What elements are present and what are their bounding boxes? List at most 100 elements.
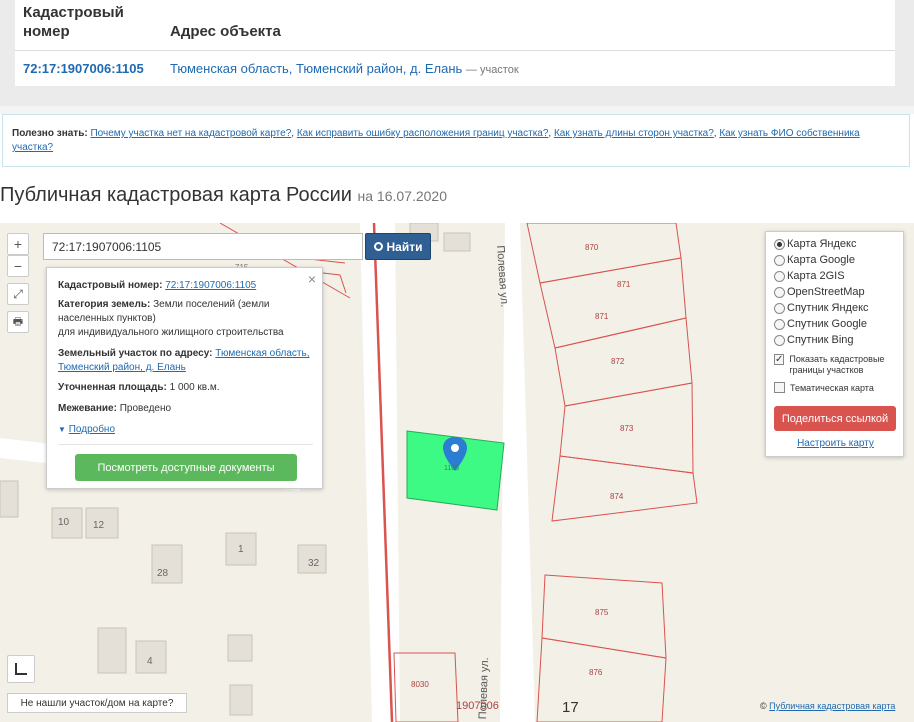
table-row[interactable]: Тюменская область, Тюменский район, д. Е… [170,61,519,76]
page-title: Публичная кадастровая карта России на 16… [0,184,447,207]
layer-option-2gis-map[interactable]: Карта 2GIS [774,270,845,282]
checkbox-icon[interactable] [774,382,785,393]
thematic-map-toggle[interactable]: Тематическая карта [774,382,874,393]
lot-label: 8030 [411,680,429,689]
layer-option-osm[interactable]: OpenStreetMap [774,286,865,298]
map-view[interactable]: Полевая ул. Полевая ул. 715 870 871 871 … [0,223,914,722]
quarter-label: 1907006 [456,700,499,712]
lot-label: 871 [617,280,631,289]
printer-icon: 🖶 [12,315,24,328]
parcel-label: 1105 [444,465,460,472]
popup-address-label: Земельный участок по адресу: [58,348,213,359]
popup-survey-value: Проведено [119,403,172,414]
tip-link-fix-boundaries[interactable]: Как исправить ошибку расположения границ… [297,128,549,139]
popup-category-use: для индивидуального жилищного строительс… [58,327,284,338]
copyright-symbol: © [760,701,767,711]
checkbox-checked-icon[interactable]: ✓ [774,354,785,365]
layer-label: Карта Google [787,254,855,266]
separator-band [0,106,914,114]
find-button-label: Найти [386,239,423,254]
measure-button[interactable] [7,655,35,683]
house-number: 28 [157,568,169,579]
radio-icon[interactable] [774,238,785,250]
not-found-button[interactable]: Не нашли участок/дом на карте? [7,693,187,713]
radio-icon[interactable] [774,334,785,346]
zoom-out-button[interactable]: − [7,255,29,277]
caret-down-icon: ▼ [58,425,66,434]
col-address-header: Адрес объекта [170,23,281,40]
lot-label: 875 [595,608,609,617]
popup-cadastral: Кадастровый номер: 72:17:1907006:1105 [58,279,313,293]
print-button[interactable]: 🖶 [7,311,29,333]
parcel-info-popup: × Кадастровый номер: 72:17:1907006:1105 … [46,267,323,489]
thematic-label: Тематическая карта [790,382,874,393]
copyright-link[interactable]: Публичная кадастровая карта [769,701,895,711]
house-number: 12 [93,520,105,531]
show-boundaries-label: Показать кадастровые границы участков [789,354,885,375]
popup-cad-link[interactable]: 72:17:1907006:1105 [165,280,256,291]
search-input[interactable] [43,233,363,260]
house-number: 10 [58,517,70,528]
popup-address: Земельный участок по адресу: Тюменская о… [58,347,313,375]
results-table-body: Кадастровый номер Адрес объекта 72:17:19… [15,0,895,86]
results-table: Кадастровый номер Адрес объекта 72:17:19… [0,0,914,106]
copyright: © Публичная кадастровая карта [760,701,895,711]
lot-label: 873 [620,424,634,433]
lot-label: 870 [585,243,599,252]
layer-label: Спутник Яндекс [787,302,869,314]
house-number: 1 [238,544,244,555]
layer-label: Спутник Google [787,318,867,330]
tip-link-side-lengths[interactable]: Как узнать длины сторон участка? [554,128,714,139]
page-date: на 16.07.2020 [357,188,447,204]
fullscreen-button[interactable]: ⤢ [7,283,29,305]
tip-link-missing[interactable]: Почему участка нет на кадастровой карте? [90,128,291,139]
page-title-text: Публичная кадастровая карта России [0,184,352,206]
plus-icon: + [13,236,23,252]
expand-icon: ⤢ [13,286,23,301]
popup-area-label: Уточненная площадь: [58,382,167,393]
zoom-in-button[interactable]: + [7,233,29,255]
layer-label: Спутник Bing [787,334,854,346]
address-suffix: — участок [465,64,519,76]
popup-area-value: 1 000 кв.м. [169,382,220,393]
layer-label: Карта Яндекс [787,238,857,250]
layer-label: OpenStreetMap [787,286,865,298]
layer-option-yandex-satellite[interactable]: Спутник Яндекс [774,302,869,314]
quarter-label-17: 17 [562,699,579,716]
layer-option-google-map[interactable]: Карта Google [774,254,855,266]
address-link[interactable]: Тюменская область, Тюменский район, д. Е… [170,61,462,76]
popup-cad-label: Кадастровый номер: [58,280,163,291]
cadastral-number-link[interactable]: 72:17:1907006:1105 [23,61,144,76]
lot-label: 872 [611,357,625,366]
show-boundaries-toggle[interactable]: ✓ Показать кадастровые границы участков [774,354,898,376]
find-button[interactable]: Найти [365,233,431,260]
layer-option-google-satellite[interactable]: Спутник Google [774,318,867,330]
road-main [360,223,400,722]
radio-icon[interactable] [774,254,785,266]
radio-icon[interactable] [774,318,785,330]
lot-label: 874 [610,492,624,501]
layer-option-bing-satellite[interactable]: Спутник Bing [774,334,854,346]
configure-map-link[interactable]: Настроить карту [766,438,905,449]
view-documents-button[interactable]: Посмотреть доступные документы [75,454,297,481]
popup-more-link[interactable]: Подробно [69,424,115,435]
col-cadastral-header: Кадастровый номер [23,4,124,40]
search-icon [373,242,383,251]
popup-divider [58,444,313,445]
popup-survey-label: Межевание: [58,403,117,414]
radio-icon[interactable] [774,286,785,298]
minus-icon: − [13,258,23,274]
popup-survey: Межевание: Проведено [58,402,313,416]
layer-option-yandex-map[interactable]: Карта Яндекс [774,238,856,250]
share-link-button[interactable]: Поделиться ссылкой [774,406,896,431]
popup-category-label: Категория земель: [58,299,151,310]
tips-label: Полезно знать: [12,128,88,139]
house-number: 32 [308,558,320,569]
radio-icon[interactable] [774,302,785,314]
layer-label: Карта 2GIS [787,270,845,282]
popup-more[interactable]: ▼ Подробно [58,423,313,437]
tips-box: Полезно знать: Почему участка нет на кад… [2,114,910,167]
lot-label: 871 [595,312,609,321]
popup-category: Категория земель: Земли поселений (земли… [58,298,313,340]
radio-icon[interactable] [774,270,785,282]
